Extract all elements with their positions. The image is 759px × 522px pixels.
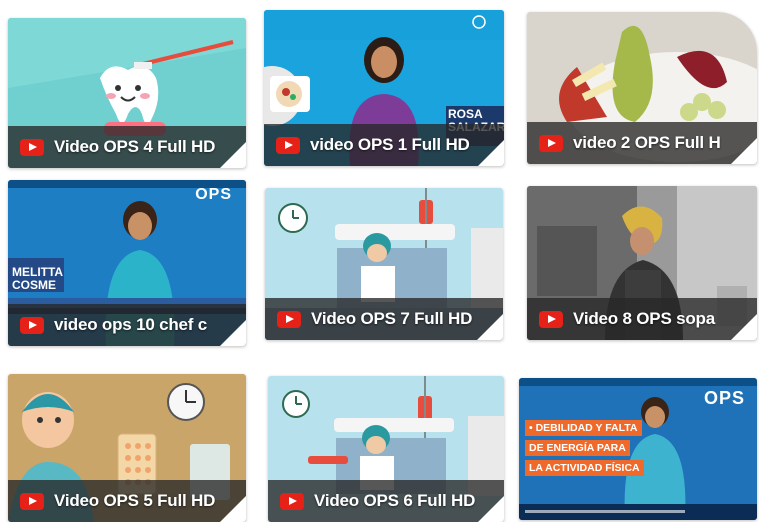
youtube-play-icon [539,134,563,152]
caption-bar: video OPS 1 Full HD [264,124,504,166]
ops-logo: OPS [195,186,232,203]
youtube-play-icon [20,492,44,510]
page-fold [478,140,504,166]
presenter-name-card: MELITTA COSME [12,265,64,292]
page-fold [220,320,246,346]
banner-line: LA ACTIVIDAD FÍSICA [525,460,644,476]
video-thumbnail-ops-6[interactable]: Video OPS 6 Full HD [268,376,504,522]
caption-bar: Video OPS 4 Full HD [8,126,246,168]
video-thumbnail-ops-2[interactable]: video 2 OPS Full H [527,12,757,164]
video-title: video OPS 1 Full HD [310,135,470,154]
video-thumbnail-ops-7[interactable]: Video OPS 7 Full HD [265,188,503,340]
youtube-play-icon [539,310,563,328]
topic-banner: • DEBILIDAD Y FALTA DE ENERGÍA PARA LA A… [525,418,644,478]
video-thumbnail-ops-4[interactable]: Video OPS 4 Full HD [8,18,246,168]
caption-bar: video ops 10 chef c [8,304,246,346]
youtube-play-icon [20,138,44,156]
page-fold [477,314,503,340]
video-thumbnail-ops-10[interactable]: OPS MELITTA COSME video ops 10 chef c [8,180,246,346]
video-thumbnail-ops-1[interactable]: ROSA SALAZAR video OPS 1 Full HD [264,10,504,166]
video-thumbnail-ops-8[interactable]: Video 8 OPS sopa [527,186,757,340]
video-title: Video OPS 6 Full HD [314,491,476,510]
page-fold [220,142,246,168]
caption-bar: Video 8 OPS sopa [527,298,757,340]
video-title: video 2 OPS Full H [573,133,721,152]
page-fold [220,496,246,522]
page-fold [478,496,504,522]
video-title: Video OPS 7 Full HD [311,309,473,328]
caption-bar: Video OPS 7 Full HD [265,298,503,340]
video-title: Video OPS 5 Full HD [54,491,216,510]
youtube-play-icon [277,310,301,328]
youtube-play-icon [276,136,300,154]
banner-line: DE ENERGÍA PARA [525,440,630,456]
video-thumbnail-ops-5[interactable]: Video OPS 5 Full HD [8,374,246,522]
video-title: Video OPS 4 Full HD [54,137,216,156]
youtube-play-icon [20,316,44,334]
caption-bar: video 2 OPS Full H [527,122,757,164]
caption-bar: Video OPS 6 Full HD [268,480,504,522]
caption-bar: Video OPS 5 Full HD [8,480,246,522]
ops-logo: OPS [703,388,745,408]
youtube-play-icon [280,492,304,510]
page-fold [731,314,757,340]
video-title: video ops 10 chef c [54,315,208,334]
video-title: Video 8 OPS sopa [573,309,715,328]
page-fold [731,138,757,164]
banner-line: • DEBILIDAD Y FALTA [525,420,642,436]
video-thumbnail-energy[interactable]: OPS • DEBILIDAD Y FALTA DE ENERGÍA PARA … [519,378,757,520]
